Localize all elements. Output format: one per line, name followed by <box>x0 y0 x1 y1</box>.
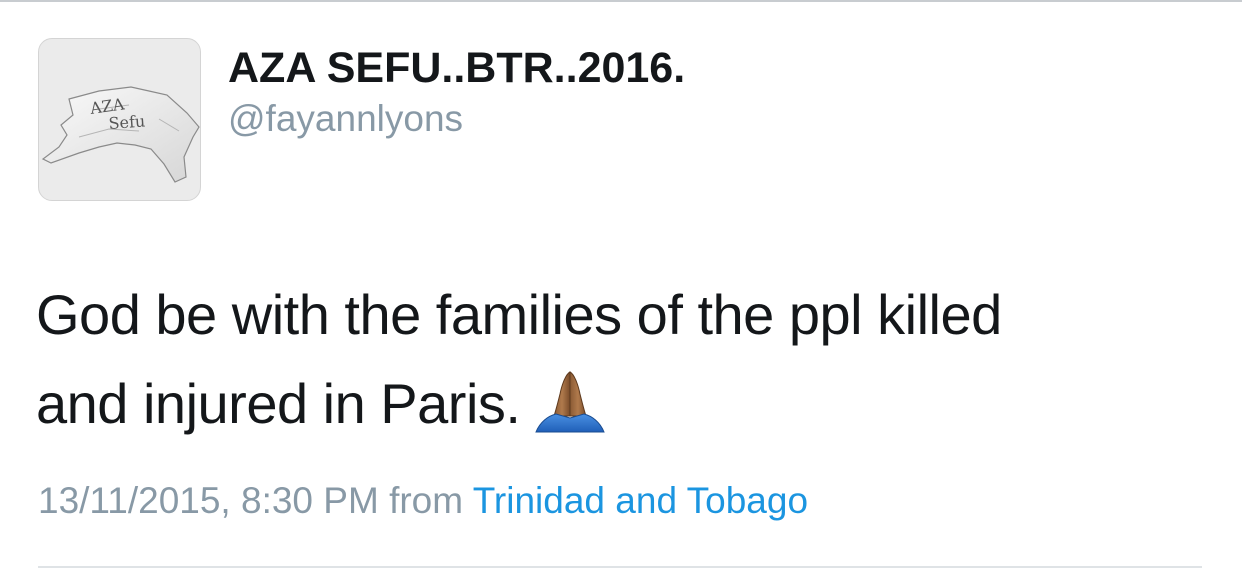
user-handle[interactable]: @fayannlyons <box>228 94 463 144</box>
folded-hands-icon <box>534 370 606 434</box>
timestamp[interactable]: 13/11/2015, 8:30 PM <box>38 480 379 521</box>
bottom-divider <box>38 566 1202 568</box>
avatar[interactable]: AZA Sefu <box>38 38 201 201</box>
tweet-meta: 13/11/2015, 8:30 PM from Trinidad and To… <box>38 476 808 526</box>
display-name[interactable]: AZA SEFU..BTR..2016. <box>228 40 685 96</box>
tweet-text-line-1: God be with the families of the ppl kill… <box>36 283 1002 346</box>
avatar-text-sefu: Sefu <box>108 111 146 133</box>
map-logo-icon: AZA Sefu <box>41 86 200 183</box>
from-label: from <box>389 480 464 521</box>
location-link[interactable]: Trinidad and Tobago <box>473 480 808 521</box>
tweet-text-line-2: and injured in Paris. <box>36 359 1216 448</box>
tweet-text: God be with the families of the ppl kill… <box>36 270 1216 448</box>
tweet-text-line-2-text: and injured in Paris. <box>36 372 521 435</box>
top-divider <box>0 0 1242 2</box>
